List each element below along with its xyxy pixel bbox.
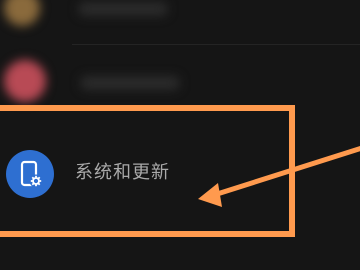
blurred-label (78, 2, 168, 16)
divider (72, 44, 360, 45)
settings-item-label: 系统和更新 (75, 162, 170, 183)
blurred-app-icon (4, 60, 46, 102)
settings-row-blurred-1[interactable] (0, 0, 360, 32)
settings-row-system-update[interactable]: 系统和更新 (0, 126, 360, 222)
blurred-app-icon (4, 0, 40, 26)
phone-gear-icon (6, 150, 54, 198)
blurred-label (80, 76, 180, 90)
settings-row-blurred-2[interactable] (0, 52, 360, 112)
